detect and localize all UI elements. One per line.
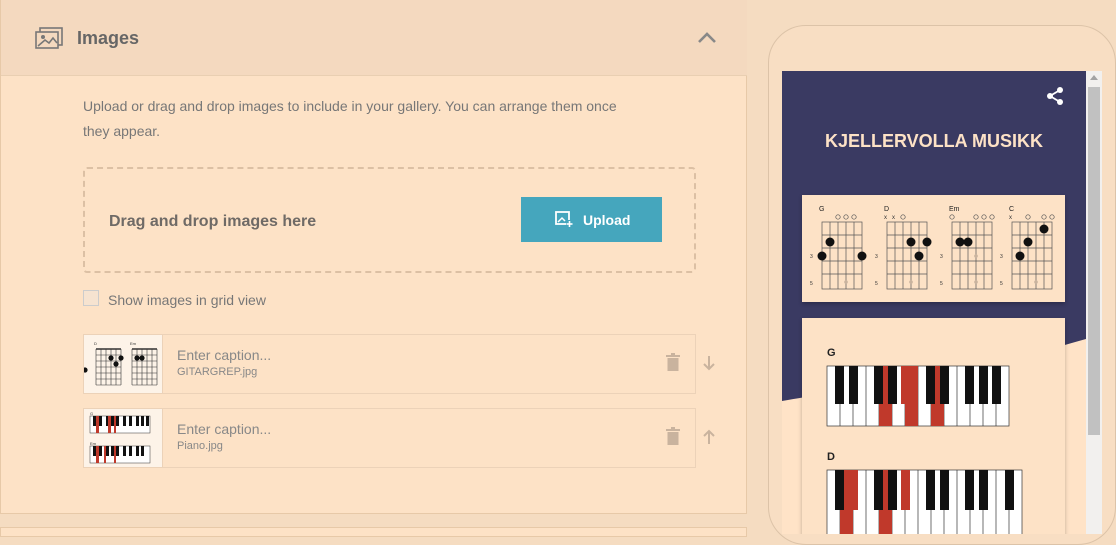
grid-view-checkbox[interactable]	[83, 290, 99, 306]
trash-icon[interactable]	[666, 427, 680, 445]
gallery-image-guitar[interactable]: G D Em C x x x 3 5 3 5 3 5 3 5	[802, 195, 1065, 302]
svg-text:G: G	[90, 411, 93, 416]
section-title: Images	[77, 28, 140, 48]
chord-label: D	[827, 451, 835, 463]
image-filename: Piano.jpg	[177, 440, 223, 452]
svg-text:x: x	[892, 215, 895, 221]
dropzone-text: Drag and drop images here	[109, 213, 317, 230]
caption-input[interactable]	[177, 347, 577, 363]
upload-label: Upload	[583, 212, 631, 228]
panel-header[interactable]: Images	[1, 0, 747, 76]
chord-label: G	[819, 206, 824, 213]
image-gallery-icon	[35, 27, 63, 49]
svg-text:Em: Em	[90, 441, 97, 446]
grid-view-label: Show images in grid view	[108, 292, 266, 308]
images-panel: Images Upload or drag and drop images to…	[0, 0, 747, 514]
scroll-thumb[interactable]	[1088, 87, 1100, 435]
svg-text:D: D	[94, 341, 97, 346]
fret-number: 3	[810, 254, 813, 260]
scroll-up-arrow-icon[interactable]	[1090, 75, 1098, 80]
chord-label: D	[884, 206, 889, 213]
svg-text:x: x	[884, 215, 887, 221]
fret-number: 5	[1000, 281, 1003, 287]
fret-number: 3	[1000, 254, 1003, 260]
image-list-item[interactable]: G Em Enter caption... Piano.jpg	[83, 408, 715, 468]
image-dropzone[interactable]: Drag and drop images here Upload	[83, 167, 696, 273]
trash-icon[interactable]	[666, 353, 680, 371]
fret-number: 3	[940, 254, 943, 260]
caption-input[interactable]	[177, 421, 577, 437]
upload-button[interactable]: Upload	[521, 197, 662, 242]
svg-text:x: x	[1009, 215, 1012, 221]
arrow-down-icon[interactable]	[702, 355, 716, 371]
chevron-up-icon[interactable]	[695, 28, 719, 48]
chord-label: Em	[949, 206, 960, 213]
image-filename: GITARGREP.jpg	[177, 366, 258, 378]
chord-label: C	[1009, 206, 1014, 213]
arrow-up-icon[interactable]	[702, 429, 716, 445]
guitar-thumbnail: D Em	[84, 335, 163, 393]
gallery-image-piano[interactable]: G D	[802, 318, 1065, 534]
svg-text:Em: Em	[130, 341, 137, 346]
fret-number: 5	[810, 281, 813, 287]
phone-preview-screen: KJELLERVOLLA MUSIKK G D Em C x x x 3 5 3…	[782, 71, 1086, 534]
next-section-panel[interactable]	[0, 527, 747, 537]
share-icon[interactable]	[1046, 87, 1064, 105]
site-title: KJELLERVOLLA MUSIKK	[824, 131, 1043, 151]
fret-number: 5	[940, 281, 943, 287]
add-image-icon	[555, 211, 573, 227]
preview-scrollbar[interactable]	[1086, 71, 1102, 534]
fret-number: 3	[875, 254, 878, 260]
image-list-item[interactable]: D Em Enter caption... GITARGREP.jpg	[83, 334, 715, 394]
piano-thumbnail: G Em	[84, 409, 163, 467]
fret-number: 5	[875, 281, 878, 287]
section-description: Upload or drag and drop images to includ…	[83, 98, 617, 139]
chord-label: G	[827, 347, 836, 359]
